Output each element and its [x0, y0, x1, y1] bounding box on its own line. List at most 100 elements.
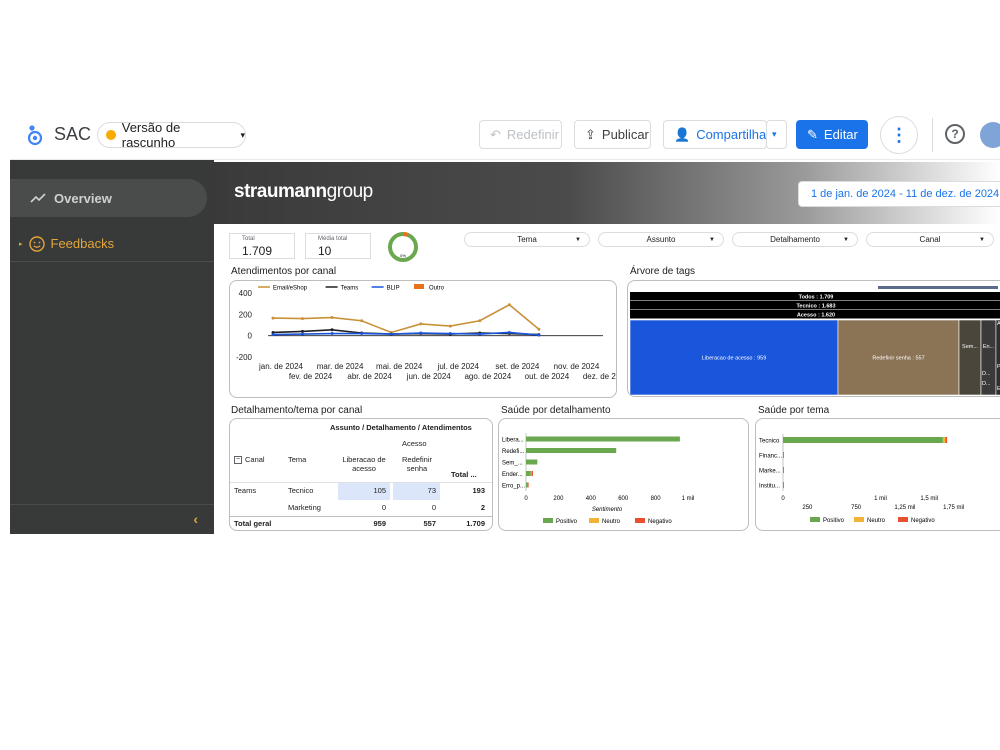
- bar-positivo: [526, 471, 531, 476]
- reset-button[interactable]: ↶ Redefinir: [479, 120, 562, 149]
- filter-assunto[interactable]: Assunto ▼: [598, 232, 724, 247]
- edit-button[interactable]: ✎ Editar: [796, 120, 868, 149]
- kpi-value: 10: [318, 244, 332, 258]
- treemap-header-label: Acesso : 1.620: [797, 313, 835, 319]
- collapse-sidebar-icon[interactable]: ‹: [193, 511, 198, 527]
- date-range-picker[interactable]: 1 de jan. de 2024 - 11 de dez. de 2024 ▾: [798, 181, 1000, 207]
- category-label: Erro_p...: [502, 484, 525, 490]
- legend-label: Outro: [429, 286, 445, 292]
- legend-swatch: [898, 517, 908, 522]
- category-label: Financ...: [759, 454, 782, 460]
- x-tick-label: 1 mil: [682, 496, 695, 502]
- pivot-cell-liberacao: 105: [338, 483, 390, 500]
- x-tick-label: mar. de 2024: [317, 362, 364, 371]
- help-icon[interactable]: ?: [945, 124, 965, 144]
- pivot-cell-total: 2: [480, 503, 485, 512]
- category-label: Libera...: [502, 438, 524, 444]
- donut-gauge: 0%: [388, 232, 418, 262]
- brand-name-bold: straumann: [234, 181, 327, 202]
- bar-negativo: [945, 437, 948, 443]
- saude-tema-chart[interactable]: Tecnico Financ... Marke... Institu...0 1 mil…: [756, 419, 1000, 531]
- bar-positivo: [783, 467, 784, 473]
- caret-down-icon: ▼: [843, 236, 849, 243]
- legend-label: Positivo: [823, 518, 845, 524]
- filter-detalhamento[interactable]: Detalhamento ▼: [732, 232, 858, 247]
- kpi-average: Média total 10: [305, 233, 371, 259]
- kpi-label: Total: [242, 236, 255, 242]
- share-button[interactable]: 👤 Compartilhar: [663, 120, 771, 149]
- pivot-col-canal[interactable]: − Canal: [234, 455, 265, 464]
- data-point: [330, 328, 334, 332]
- x-tick-label: 1,25 mil: [894, 505, 915, 511]
- legend-swatch: [414, 284, 424, 289]
- legend-label: Negativo: [911, 518, 935, 524]
- section-title-saude-detalhamento: Saúde por detalhamento: [501, 405, 611, 416]
- pivot-col-label: Canal: [245, 455, 265, 464]
- filter-label: Detalhamento: [770, 235, 820, 244]
- series-line-emaileshop: [272, 303, 540, 334]
- legend-label: Email/eShop: [273, 286, 308, 292]
- bar-positivo: [783, 452, 784, 458]
- share-button-label: Compartilhar: [696, 127, 771, 142]
- filter-canal[interactable]: Canal ▼: [866, 232, 994, 247]
- saude-detalhamento-card: Libera... Redefi... Sem_... Ender... Erro_p.…: [498, 418, 749, 531]
- treemap-header-label: Todos : 1.709: [799, 295, 834, 301]
- upload-icon: ⇪: [585, 126, 596, 142]
- data-point: [330, 316, 334, 320]
- pivot-table-card: Assunto / Detalhamento / Atendimentos Ac…: [229, 418, 493, 531]
- kpi-total: Total 1.709: [229, 233, 295, 259]
- brand-logo: straumanngroup: [234, 181, 373, 203]
- x-tick-label: 400: [586, 496, 597, 502]
- report-banner: straumanngroup 1 de jan. de 2024 - 11 de…: [214, 162, 1000, 224]
- category-label: Redefi...: [502, 449, 525, 455]
- reset-button-label: Redefinir: [506, 127, 559, 142]
- filter-label: Assunto: [646, 235, 676, 244]
- draft-status-chip[interactable]: Versão de rascunho ▾: [97, 120, 246, 150]
- treemap-small-label: D...: [982, 371, 991, 377]
- section-title-saude-tema: Saúde por tema: [758, 405, 830, 416]
- publish-button-label: Publicar: [601, 127, 649, 142]
- x-axis-title: Sentimento: [592, 507, 623, 513]
- data-point: [301, 332, 305, 336]
- caret-down-icon: ▼: [979, 236, 985, 243]
- caret-down-icon: ▼: [709, 236, 715, 243]
- data-point: [271, 316, 275, 320]
- pivot-col-liberacao: Liberacao de acesso: [342, 455, 386, 473]
- sidebar-item-overview[interactable]: Overview: [10, 179, 207, 217]
- treemap-node-label: Sem...: [962, 344, 978, 350]
- x-tick-label: 800: [651, 496, 662, 502]
- pivot-total-value: 1.709: [466, 519, 485, 528]
- avatar[interactable]: [980, 122, 1000, 148]
- data-point: [419, 322, 423, 326]
- kpi-value: 1.709: [242, 244, 273, 258]
- more-options-button[interactable]: ⋮: [880, 116, 918, 154]
- sidebar-item-feedbacks[interactable]: ▸ Feedbacks: [10, 226, 214, 262]
- data-point: [301, 317, 305, 321]
- filter-tema[interactable]: Tema ▼: [464, 232, 590, 247]
- sidebar: Overview ▸ Feedbacks ‹: [10, 160, 214, 534]
- pivot-total-liberacao: 959: [373, 519, 386, 528]
- category-label: Ender...: [502, 472, 523, 478]
- brand-name-light: group: [326, 181, 374, 202]
- bar-negativo: [527, 482, 529, 488]
- pivot-cell-liberacao: 0: [381, 503, 386, 512]
- saude-detalhamento-chart[interactable]: Libera... Redefi... Sem_... Ender... Erro_p.…: [499, 419, 749, 531]
- bar-negativo: [531, 471, 533, 476]
- x-tick-label: ago. de 2024: [464, 372, 511, 381]
- kpi-label: Média total: [318, 236, 348, 242]
- more-vert-icon: ⋮: [890, 124, 908, 145]
- draft-status-label: Versão de rascunho: [121, 120, 181, 150]
- treemap-chart[interactable]: Todos : 1.709 Tecnico : 1.683 Acesso : 1.6…: [628, 281, 1000, 397]
- publish-button[interactable]: ⇪ Publicar: [574, 120, 651, 149]
- data-point: [360, 319, 364, 323]
- data-point: [360, 332, 364, 336]
- section-title-detalhamento-tema: Detalhamento/tema por canal: [231, 405, 363, 416]
- data-point: [478, 319, 482, 323]
- x-tick-label: 0: [524, 496, 528, 502]
- data-point: [301, 329, 305, 333]
- treemap-small-label: D...: [982, 381, 991, 387]
- x-tick-label: 600: [618, 496, 629, 502]
- color-scale-bar: [878, 286, 998, 289]
- line-chart[interactable]: Email/eShop Teams BLIP Outro 400 200 0 -200 jan.…: [230, 281, 617, 398]
- share-dropdown-button[interactable]: ▾: [766, 120, 787, 149]
